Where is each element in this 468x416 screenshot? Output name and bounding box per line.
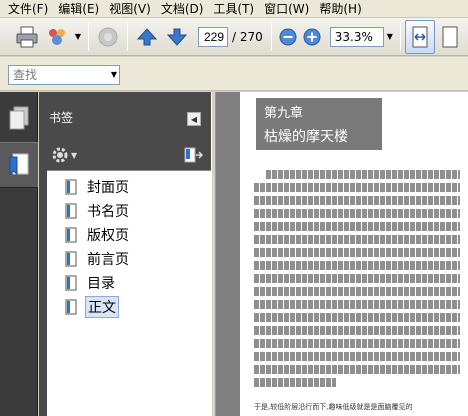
collaborate-button[interactable] — [44, 24, 70, 50]
text-line — [254, 274, 460, 283]
text-line — [254, 313, 460, 322]
zoom-in-button[interactable] — [302, 24, 322, 50]
bookmark-label: 前言页 — [87, 252, 129, 268]
text-line — [254, 196, 460, 205]
bookmark-list: 封面页 书名页 版权页 前言页 目录 正文 — [47, 170, 211, 416]
document-view[interactable]: 第九章 枯燥的摩天楼 于是,较低阶层沿行而下,趣味低级就是是面脑覆见的 — [216, 92, 468, 416]
bookmarks-panel: 书签 ◀ ▼ 封面页 书名页 版权页 前言页 目录 正文 — [39, 92, 211, 416]
document-page: 第九章 枯燥的摩天楼 于是,较低阶层沿行而下,趣味低级就是是面脑覆见的 — [240, 92, 468, 416]
bookmark-label: 书名页 — [87, 204, 129, 220]
pages-icon — [9, 106, 29, 130]
options-dropdown-icon: ▼ — [71, 150, 78, 160]
chapter-number: 第九章 — [264, 106, 304, 121]
body-text — [254, 170, 460, 391]
bookmark-label: 正文 — [85, 296, 119, 318]
find-placeholder: 查找 — [13, 68, 38, 82]
bookmarks-header: 书签 ◀ — [39, 92, 211, 142]
text-line — [266, 170, 460, 179]
find-input[interactable]: 查找 ▼ — [8, 65, 120, 85]
print-icon — [16, 26, 38, 47]
text-line — [254, 222, 460, 231]
options-button[interactable]: ▼ — [51, 146, 77, 164]
toolbar-separator — [270, 22, 272, 51]
bookmark-item-selected[interactable]: 正文 — [47, 295, 211, 319]
bookmark-label: 目录 — [87, 276, 115, 292]
page-total: / 270 — [232, 29, 263, 44]
bookmark-item[interactable]: 前言页 — [47, 247, 211, 271]
bookmarks-panel-button[interactable] — [0, 142, 38, 188]
fit-width-icon — [412, 26, 428, 47]
text-line — [254, 183, 460, 192]
bookmark-item[interactable]: 封面页 — [47, 175, 211, 199]
toolbar-separator — [127, 22, 128, 51]
bookmarks-toolbar: ▼ — [39, 142, 211, 168]
fit-width-button[interactable] — [404, 19, 435, 54]
toolbar-separator — [399, 22, 401, 51]
fit-page-button[interactable] — [437, 24, 463, 50]
secure-button[interactable] — [95, 24, 121, 50]
text-line — [254, 235, 460, 244]
menu-file[interactable]: 文件(F) — [4, 0, 54, 18]
toolbar-separator — [88, 22, 89, 51]
menu-edit[interactable]: 编辑(E) — [54, 0, 105, 18]
bookmark-icon — [65, 251, 77, 267]
collaborate-icon — [49, 28, 65, 45]
text-line — [254, 326, 460, 335]
text-line — [254, 209, 460, 218]
print-button[interactable] — [14, 24, 40, 50]
text-line — [254, 378, 337, 387]
chapter-title: 枯燥的摩天楼 — [264, 129, 348, 145]
zoom-level-select[interactable]: 33.3% — [329, 26, 384, 47]
bookmark-label: 封面页 — [87, 180, 129, 196]
next-page-button[interactable] — [164, 24, 190, 50]
menu-help[interactable]: 帮助(H) — [315, 0, 367, 18]
menu-window[interactable]: 窗口(W) — [260, 0, 315, 18]
zoom-dropdown-icon[interactable]: ▼ — [384, 27, 396, 47]
bookmark-icon — [65, 299, 77, 315]
toolbar: ▼ / 270 33.3% ▼ — [0, 18, 468, 56]
previous-page-icon — [136, 27, 158, 45]
collaborate-dropdown-icon[interactable]: ▼ — [72, 27, 84, 47]
find-dropdown-icon[interactable]: ▼ — [111, 66, 117, 84]
bookmarks-title: 书签 — [49, 110, 74, 125]
pages-panel-button[interactable] — [0, 96, 38, 142]
navigation-strip — [0, 92, 38, 416]
previous-page-button[interactable] — [134, 24, 160, 50]
text-line — [254, 365, 460, 374]
bookmark-icon — [65, 227, 77, 243]
gear-icon — [52, 147, 68, 163]
expand-bookmark-button[interactable] — [183, 146, 204, 167]
bookmark-icon — [65, 179, 77, 195]
menu-bar: 文件(F) 编辑(E) 视图(V) 文档(D) 工具(T) 窗口(W) 帮助(H… — [0, 0, 468, 18]
text-line — [254, 352, 460, 361]
fit-page-icon — [442, 26, 458, 47]
menu-view[interactable]: 视图(V) — [105, 0, 157, 18]
bookmark-item[interactable]: 目录 — [47, 271, 211, 295]
page-number-input[interactable] — [198, 26, 228, 47]
bookmarks-icon — [9, 153, 29, 176]
zoom-out-icon — [279, 28, 297, 45]
find-bar: 查找 ▼ — [0, 57, 468, 91]
secure-icon — [98, 27, 118, 46]
bookmark-icon — [65, 275, 77, 291]
next-page-icon — [166, 28, 188, 46]
bookmark-item[interactable]: 版权页 — [47, 223, 211, 247]
bookmark-icon — [65, 203, 77, 219]
text-line — [254, 261, 460, 270]
text-line — [254, 300, 460, 309]
chapter-heading: 第九章 枯燥的摩天楼 — [256, 98, 382, 150]
expand-bookmark-icon — [184, 147, 204, 163]
last-text-line: 于是,较低阶层沿行而下,趣味低级就是是面脑覆见的 — [254, 403, 413, 411]
menu-tools[interactable]: 工具(T) — [209, 0, 260, 18]
zoom-in-icon — [303, 28, 321, 45]
bookmark-item[interactable]: 书名页 — [47, 199, 211, 223]
menu-document[interactable]: 文档(D) — [157, 0, 210, 18]
text-line — [254, 287, 460, 296]
zoom-out-button[interactable] — [278, 24, 298, 50]
text-line — [254, 339, 460, 348]
collapse-panel-button[interactable]: ◀ — [187, 112, 201, 126]
text-line — [254, 248, 460, 257]
bookmark-label: 版权页 — [87, 228, 129, 244]
